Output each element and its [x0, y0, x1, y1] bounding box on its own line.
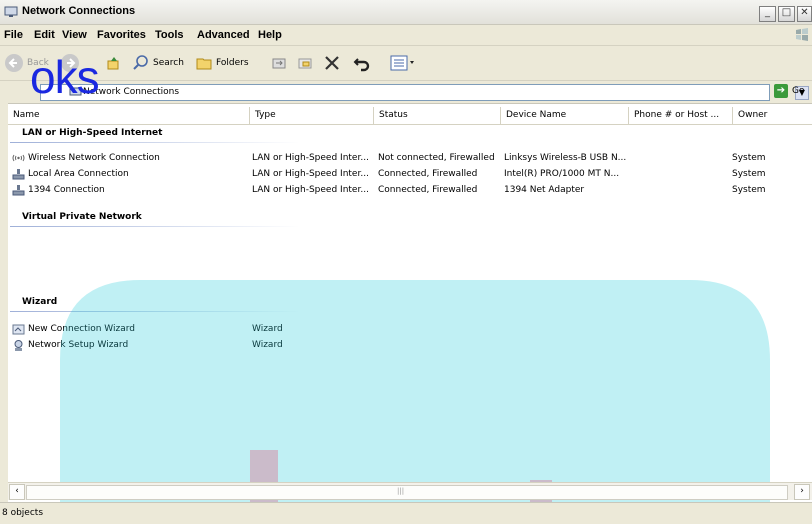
network-icon — [12, 169, 25, 180]
col-owner[interactable]: Owner — [733, 107, 812, 124]
item-status: Connected, Firewalled — [378, 169, 478, 179]
menu-view[interactable]: View — [62, 29, 87, 41]
column-header: Name Type Status Device Name Phone # or … — [8, 107, 812, 125]
search-icon — [133, 55, 148, 70]
copy-to-icon — [298, 58, 312, 69]
item-name: Local Area Connection — [28, 169, 129, 179]
address-bar: Network Connections ▼ ➔ Go — [0, 81, 812, 104]
item-type: LAN or High-Speed Inter... — [252, 185, 369, 195]
item-device: Intel(R) PRO/1000 MT N... — [504, 169, 620, 179]
undo-icon — [353, 58, 370, 72]
scroll-left-button[interactable]: ‹ — [9, 484, 25, 500]
folders-label: Folders — [216, 58, 249, 68]
network-connections-icon — [4, 6, 18, 17]
minimize-button[interactable]: _ — [759, 6, 776, 22]
list-item[interactable]: New Connection Wizard Wizard — [12, 323, 792, 337]
search-label: Search — [153, 58, 184, 68]
maximize-button[interactable]: □ — [778, 6, 795, 22]
item-owner: System — [732, 153, 766, 163]
list-item[interactable]: Network Setup Wizard Wizard — [12, 339, 792, 353]
item-type: LAN or High-Speed Inter... — [252, 153, 369, 163]
menu-tools[interactable]: Tools — [155, 29, 184, 41]
item-type: LAN or High-Speed Inter... — [252, 169, 369, 179]
group-divider — [10, 311, 300, 312]
go-label: Go — [792, 86, 805, 96]
list-item[interactable]: Wireless Network Connection LAN or High-… — [12, 152, 792, 166]
menu-file[interactable]: File — [4, 29, 23, 41]
folders-button[interactable]: Folders — [195, 52, 249, 74]
scroll-right-button[interactable]: › — [794, 484, 810, 500]
item-device: Linksys Wireless-B USB N... — [504, 153, 627, 163]
go-arrow-icon: ➔ — [774, 84, 788, 98]
status-bar: 8 objects — [0, 502, 812, 524]
wizard-icon — [12, 324, 25, 335]
views-icon — [390, 55, 414, 71]
up-folder-button[interactable] — [104, 52, 124, 74]
address-field[interactable]: Network Connections ▼ — [40, 84, 809, 101]
back-arrow-icon — [5, 54, 23, 72]
item-device: 1394 Net Adapter — [504, 185, 585, 195]
go-button[interactable]: ➔ Go — [774, 84, 804, 98]
item-type: Wizard — [252, 340, 283, 350]
col-phone-host[interactable]: Phone # or Host ... — [629, 107, 733, 124]
item-owner: System — [732, 169, 766, 179]
col-name[interactable]: Name — [8, 107, 250, 124]
move-to-icon — [272, 58, 286, 69]
group-header-lan: LAN or High-Speed Internet — [22, 128, 163, 138]
windows-logo-icon — [796, 28, 808, 41]
menu-edit[interactable]: Edit — [34, 29, 55, 41]
delete-button[interactable] — [322, 52, 342, 74]
item-type: Wizard — [252, 324, 283, 334]
up-folder-icon — [107, 57, 119, 70]
col-device-name[interactable]: Device Name — [501, 107, 629, 124]
folders-icon — [196, 58, 212, 70]
window-title: Network Connections — [22, 5, 136, 17]
undo-button[interactable] — [352, 52, 372, 74]
wireless-icon — [12, 154, 25, 162]
copy-to-button[interactable] — [296, 52, 314, 74]
item-name: Wireless Network Connection — [28, 153, 160, 163]
network-icon — [12, 185, 25, 196]
item-status: Connected, Firewalled — [378, 185, 478, 195]
move-to-button[interactable] — [270, 52, 288, 74]
list-item[interactable]: Local Area Connection LAN or High-Speed … — [12, 168, 792, 182]
group-divider — [10, 226, 300, 227]
group-header-wizard: Wizard — [22, 297, 58, 307]
delete-x-icon — [325, 56, 339, 70]
scroll-thumb[interactable]: ||| — [26, 485, 788, 500]
item-status: Not connected, Firewalled — [378, 153, 495, 163]
menu-bar: File Edit View Favorites Tools Advanced … — [0, 25, 812, 46]
close-button[interactable]: ✕ — [797, 6, 812, 22]
list-item[interactable]: 1394 Connection LAN or High-Speed Inter.… — [12, 184, 792, 198]
setup-wizard-icon — [14, 340, 23, 351]
watermark-text: oks — [30, 51, 100, 103]
group-header-vpn: Virtual Private Network — [22, 212, 142, 222]
menu-favorites[interactable]: Favorites — [97, 29, 146, 41]
col-type[interactable]: Type — [250, 107, 374, 124]
horizontal-scrollbar[interactable]: ‹ ||| › — [8, 482, 812, 500]
left-border — [0, 103, 8, 502]
menu-help[interactable]: Help — [258, 29, 282, 41]
toolbar: Back Search Folders — [0, 46, 812, 81]
item-name: 1394 Connection — [28, 185, 105, 195]
item-owner: System — [732, 185, 766, 195]
status-text: 8 objects — [2, 508, 44, 518]
title-bar: Network Connections _ □ ✕ — [0, 0, 812, 25]
item-name: New Connection Wizard — [28, 324, 135, 334]
menu-advanced[interactable]: Advanced — [197, 29, 250, 41]
col-status[interactable]: Status — [374, 107, 501, 124]
group-divider — [10, 142, 300, 143]
views-button[interactable] — [390, 52, 418, 74]
search-button[interactable]: Search — [132, 52, 184, 74]
item-name: Network Setup Wizard — [28, 340, 129, 350]
